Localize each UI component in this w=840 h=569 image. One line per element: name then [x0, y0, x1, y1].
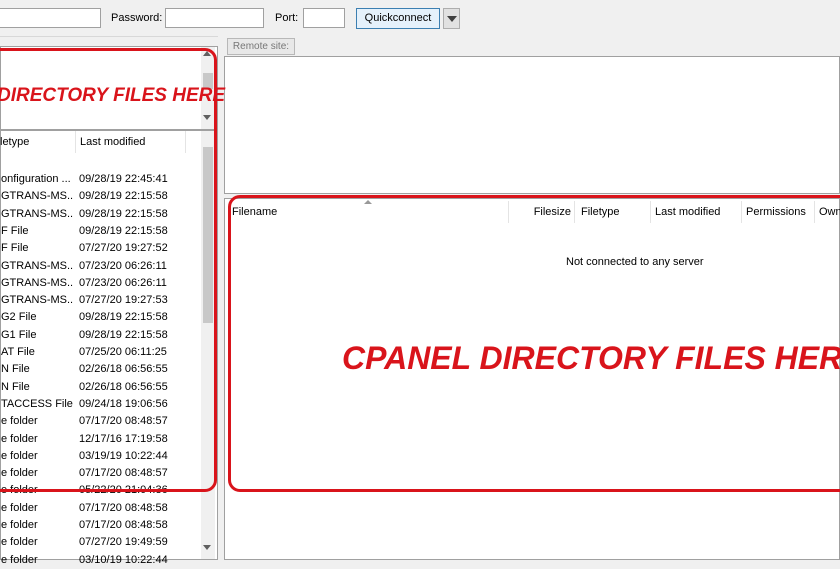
local-file-row[interactable]: e folder 07/17/20 08:48:58	[1, 500, 201, 517]
host-input[interactable]	[0, 8, 101, 28]
remote-directory-tree[interactable]	[224, 56, 840, 194]
scroll-down-arrow-icon[interactable]	[203, 545, 211, 550]
port-label: Port:	[275, 12, 299, 24]
local-file-type: e folder	[1, 536, 38, 549]
local-annotation-box	[0, 48, 217, 492]
local-file-type: e folder	[1, 519, 38, 531]
local-file-row[interactable]: e folder 07/17/20 08:48:58	[1, 517, 201, 534]
dropdown-arrow-icon	[447, 16, 457, 22]
local-file-row[interactable]: e folder 07/27/20 19:49:59	[1, 534, 201, 551]
local-file-modified: 07/17/20 08:48:58	[79, 501, 168, 514]
remote-annotation-text: CPANEL DIRECTORY FILES HERE	[342, 340, 840, 376]
local-file-type: e folder	[1, 501, 38, 514]
remote-site-field[interactable]: Remote site:	[227, 38, 295, 55]
local-file-modified: 07/17/20 08:48:58	[79, 519, 168, 531]
local-file-modified: 03/10/19 10:22:44	[79, 553, 168, 566]
port-input[interactable]	[303, 8, 345, 28]
local-annotation-text: DIRECTORY FILES HERE	[0, 85, 226, 106]
quickconnect-button[interactable]: Quickconnect	[356, 8, 440, 29]
local-file-row[interactable]: e folder 03/10/19 10:22:44	[1, 552, 201, 569]
local-file-modified: 07/27/20 19:49:59	[79, 536, 168, 549]
quickconnect-bar: Password: Port: Quickconnect	[0, 0, 840, 37]
password-label: Password:	[111, 12, 163, 24]
remote-site-bar: Remote site:	[224, 36, 840, 56]
local-file-type: e folder	[1, 553, 38, 566]
password-input[interactable]	[165, 8, 264, 28]
quickconnect-dropdown-button[interactable]	[443, 8, 460, 29]
